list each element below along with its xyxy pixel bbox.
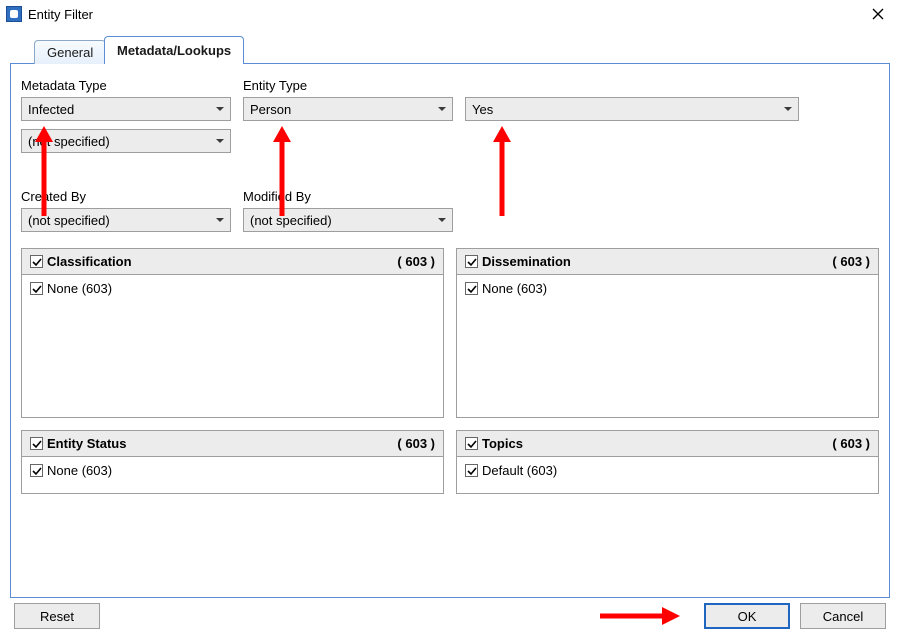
check-icon xyxy=(32,257,42,267)
check-icon xyxy=(467,284,477,294)
combo-value: (not specified) xyxy=(250,213,332,228)
entity-type-label: Entity Type xyxy=(243,78,453,93)
dissemination-item[interactable]: None (603) xyxy=(465,281,547,296)
entity-type-combo[interactable]: Person xyxy=(243,97,453,121)
entity-status-group: Entity Status ( 603 ) None (603) xyxy=(21,430,444,494)
combo-value: Person xyxy=(250,102,291,117)
ok-button[interactable]: OK xyxy=(704,603,790,629)
created-by-combo[interactable]: (not specified) xyxy=(21,208,231,232)
metadata-type-combo[interactable]: Infected xyxy=(21,97,231,121)
topics-group: Topics ( 603 ) Default (603) xyxy=(456,430,879,494)
entity-status-header-checkbox[interactable] xyxy=(30,437,43,450)
modified-by-combo[interactable]: (not specified) xyxy=(243,208,453,232)
group-title: Entity Status xyxy=(47,436,126,451)
tab-label: Metadata/Lookups xyxy=(117,43,231,58)
cancel-button[interactable]: Cancel xyxy=(800,603,886,629)
metadata-type-label: Metadata Type xyxy=(21,78,231,93)
group-count: ( 603 ) xyxy=(832,436,870,451)
combo-value: Infected xyxy=(28,102,74,117)
check-icon xyxy=(32,284,42,294)
item-label: None (603) xyxy=(482,281,547,296)
chevron-down-icon xyxy=(438,107,446,111)
combo-value: (not specified) xyxy=(28,134,110,149)
classification-group: Classification ( 603 ) None (603) xyxy=(21,248,444,418)
value-label xyxy=(465,78,799,93)
check-icon xyxy=(32,439,42,449)
group-count: ( 603 ) xyxy=(397,436,435,451)
chevron-down-icon xyxy=(216,139,224,143)
modified-by-label: Modified By xyxy=(243,189,453,204)
item-label: Default (603) xyxy=(482,463,557,478)
topics-header-checkbox[interactable] xyxy=(465,437,478,450)
item-label: None (603) xyxy=(47,281,112,296)
check-icon xyxy=(32,466,42,476)
group-title: Classification xyxy=(47,254,132,269)
check-icon xyxy=(467,439,477,449)
created-by-label: Created By xyxy=(21,189,231,204)
entity-status-item[interactable]: None (603) xyxy=(30,463,112,478)
tab-label: General xyxy=(47,45,93,60)
title-bar: Entity Filter xyxy=(0,0,900,28)
item-label: None (603) xyxy=(47,463,112,478)
topics-item[interactable]: Default (603) xyxy=(465,463,557,478)
button-label: OK xyxy=(738,609,757,624)
group-count: ( 603 ) xyxy=(832,254,870,269)
reset-button[interactable]: Reset xyxy=(14,603,100,629)
window-title: Entity Filter xyxy=(28,7,93,22)
metadata-value-combo[interactable]: Yes xyxy=(465,97,799,121)
group-count: ( 603 ) xyxy=(397,254,435,269)
chevron-down-icon xyxy=(438,218,446,222)
chevron-down-icon xyxy=(216,107,224,111)
button-label: Reset xyxy=(40,609,74,624)
group-title: Topics xyxy=(482,436,523,451)
check-icon xyxy=(467,257,477,267)
window-close-button[interactable] xyxy=(860,2,896,26)
check-icon xyxy=(467,466,477,476)
classification-header-checkbox[interactable] xyxy=(30,255,43,268)
classification-item[interactable]: None (603) xyxy=(30,281,112,296)
tab-general[interactable]: General xyxy=(34,40,106,64)
dissemination-group: Dissemination ( 603 ) None (603) xyxy=(456,248,879,418)
tab-strip: General Metadata/Lookups xyxy=(10,36,890,64)
app-icon xyxy=(6,6,22,22)
close-icon xyxy=(872,8,884,20)
group-title: Dissemination xyxy=(482,254,571,269)
combo-value: Yes xyxy=(472,102,493,117)
chevron-down-icon xyxy=(784,107,792,111)
dissemination-header-checkbox[interactable] xyxy=(465,255,478,268)
chevron-down-icon xyxy=(216,218,224,222)
tab-metadata-lookups[interactable]: Metadata/Lookups xyxy=(104,36,244,64)
metadata-subtype-combo[interactable]: (not specified) xyxy=(21,129,231,153)
button-label: Cancel xyxy=(823,609,863,624)
combo-value: (not specified) xyxy=(28,213,110,228)
dialog-footer: Reset OK Cancel xyxy=(0,603,900,629)
metadata-panel: Metadata Type Infected Entity Type Perso… xyxy=(10,64,890,598)
